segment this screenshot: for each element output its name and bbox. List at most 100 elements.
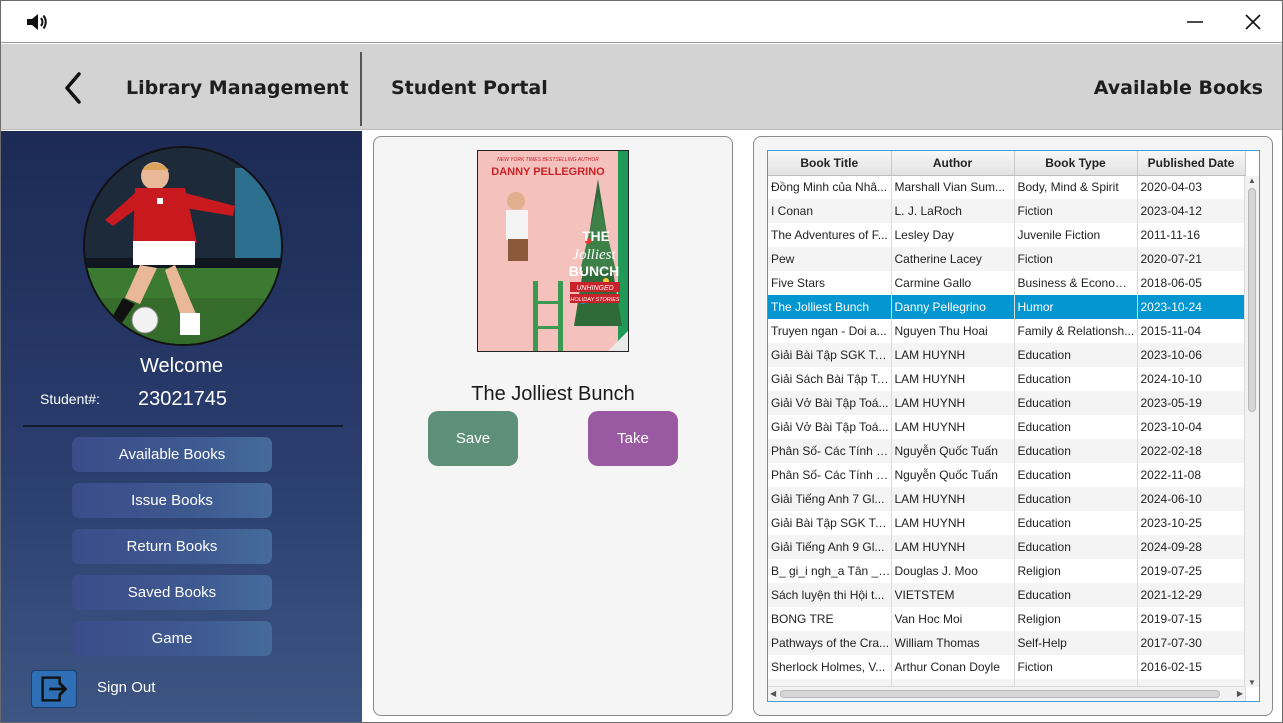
cell-book-type[interactable]: Education [1014, 511, 1138, 535]
sign-out-icon[interactable] [31, 670, 77, 708]
cell-book-type[interactable]: Education [1014, 415, 1138, 439]
cell-published-date[interactable]: 2015-11-04 [1137, 319, 1246, 343]
cell-book-type[interactable]: Fiction [1014, 247, 1138, 271]
cell-book-title[interactable]: Giải Vở Bài Tập Toá... [768, 391, 892, 415]
cell-author[interactable]: Danny Pellegrino [891, 295, 1015, 319]
table-row[interactable]: BONG TRE Van Hoc Moi Religion 2019-07-15 [768, 607, 1246, 631]
cell-book-title[interactable]: BONG TRE [768, 607, 892, 631]
cell-book-title[interactable]: Truyen ngan - Doi a... [768, 319, 892, 343]
nav-game-button[interactable]: Game [72, 621, 272, 656]
cell-published-date[interactable]: 2017-07-30 [1137, 631, 1246, 655]
cell-author[interactable]: LAM HUYNH [891, 415, 1015, 439]
save-button[interactable]: Save [428, 411, 518, 466]
cell-book-title[interactable]: Pew [768, 247, 892, 271]
cell-author[interactable]: Marshall Vian Sum... [891, 175, 1015, 199]
cell-published-date[interactable]: 2020-04-03 [1137, 175, 1246, 199]
cell-book-type[interactable]: Education [1014, 487, 1138, 511]
scroll-down-icon[interactable]: ▼ [1248, 678, 1256, 687]
table-row[interactable]: The Adventures of F... Lesley Day Juvenile… [768, 223, 1246, 247]
cell-book-type[interactable]: Education [1014, 583, 1138, 607]
cell-book-title[interactable]: Five Stars [768, 271, 892, 295]
cell-published-date[interactable]: 2024-06-10 [1137, 487, 1246, 511]
cell-published-date[interactable]: 2019-07-25 [1137, 559, 1246, 583]
cell-book-type[interactable]: Religion [1014, 559, 1138, 583]
scroll-up-icon[interactable]: ▲ [1248, 176, 1256, 185]
vertical-scroll-thumb[interactable] [1248, 188, 1256, 412]
cell-book-title[interactable]: Phân Số- Các Tính C... [768, 463, 892, 487]
cell-author[interactable]: Carmine Gallo [891, 271, 1015, 295]
cell-book-type[interactable]: Education [1014, 343, 1138, 367]
table-row-selected[interactable]: The Jolliest Bunch Danny Pellegrino Humor 2… [768, 295, 1246, 319]
table-row[interactable]: Five Stars Carmine Gallo Business & Econom… [768, 271, 1246, 295]
cell-author[interactable]: Nguyễn Quốc Tuấn [891, 463, 1015, 487]
horizontal-scrollbar[interactable]: ◀ ▶ [768, 686, 1245, 701]
cell-book-type[interactable]: Fiction [1014, 655, 1138, 679]
cell-author[interactable]: LAM HUYNH [891, 367, 1015, 391]
cell-book-type[interactable]: Education [1014, 439, 1138, 463]
cell-book-type[interactable]: Body, Mind & Spirit [1014, 175, 1138, 199]
cell-author[interactable]: LAM HUYNH [891, 487, 1015, 511]
cell-published-date[interactable]: 2019-07-15 [1137, 607, 1246, 631]
table-row[interactable]: Giải Bài Tập SGK To... LAM HUYNH Education… [768, 343, 1246, 367]
cell-published-date[interactable]: 2023-10-06 [1137, 343, 1246, 367]
nav-return-books-button[interactable]: Return Books [72, 529, 272, 564]
scroll-left-icon[interactable]: ◀ [770, 689, 776, 698]
table-row[interactable]: Pew Catherine Lacey Fiction 2020-07-21 [768, 247, 1246, 271]
table-row[interactable]: Giải Tiếng Anh 9 Gl... LAM HUYNH Education… [768, 535, 1246, 559]
cell-book-type[interactable]: Education [1014, 463, 1138, 487]
cell-published-date[interactable]: 2018-06-05 [1137, 271, 1246, 295]
nav-issue-books-button[interactable]: Issue Books [72, 483, 272, 518]
cell-author[interactable]: LAM HUYNH [891, 511, 1015, 535]
cell-published-date[interactable]: 2011-11-16 [1137, 223, 1246, 247]
cell-book-type[interactable]: Fiction [1014, 199, 1138, 223]
cell-published-date[interactable]: 2021-12-29 [1137, 583, 1246, 607]
nav-available-books-button[interactable]: Available Books [72, 437, 272, 472]
cell-book-type[interactable]: Business & Economi... [1014, 271, 1138, 295]
minimize-icon[interactable] [1183, 9, 1207, 35]
column-header-published-date[interactable]: Published Date [1137, 151, 1246, 176]
table-row[interactable]: I Conan L. J. LaRoch Fiction 2023-04-12 [768, 199, 1246, 223]
cell-book-type[interactable]: Family & Relationsh... [1014, 319, 1138, 343]
table-row[interactable]: Giải Vở Bài Tập Toá... LAM HUYNH Education… [768, 415, 1246, 439]
cell-book-title[interactable]: Giải Vở Bài Tập Toá... [768, 415, 892, 439]
cell-book-title[interactable]: Giải Bài Tập SGK To... [768, 343, 892, 367]
speaker-icon[interactable] [25, 11, 49, 33]
back-arrow-icon[interactable] [59, 68, 89, 108]
table-row[interactable]: Đồng Minh của Nhâ... Marshall Vian Sum...… [768, 175, 1246, 199]
cell-book-title[interactable]: Phân Số- Các Tính C... [768, 439, 892, 463]
cell-book-type[interactable]: Education [1014, 367, 1138, 391]
cell-author[interactable]: Douglas J. Moo [891, 559, 1015, 583]
horizontal-scroll-thumb[interactable] [780, 690, 1220, 698]
cell-book-type[interactable]: Education [1014, 535, 1138, 559]
cell-published-date[interactable]: 2024-09-28 [1137, 535, 1246, 559]
cell-book-title[interactable]: Đồng Minh của Nhâ... [768, 175, 892, 199]
cell-author[interactable]: LAM HUYNH [891, 391, 1015, 415]
cell-book-type[interactable]: Juvenile Fiction [1014, 223, 1138, 247]
cell-published-date[interactable]: 2020-07-21 [1137, 247, 1246, 271]
table-row[interactable]: Giải Tiếng Anh 7 Gl... LAM HUYNH Education… [768, 487, 1246, 511]
cell-published-date[interactable]: 2023-04-12 [1137, 199, 1246, 223]
cell-author[interactable]: L. J. LaRoch [891, 199, 1015, 223]
cell-author[interactable]: LAM HUYNH [891, 535, 1015, 559]
table-row[interactable]: Truyen ngan - Doi a... Nguyen Thu Hoai Fam… [768, 319, 1246, 343]
table-row[interactable]: B_ gi_i ngh_a Tân __... Douglas J. Moo Rel… [768, 559, 1246, 583]
table-row[interactable]: Phân Số- Các Tính C... Nguyễn Quốc Tuấn Ed… [768, 463, 1246, 487]
sign-out-label[interactable]: Sign Out [97, 679, 155, 696]
cell-book-title[interactable]: Giải Tiếng Anh 7 Gl... [768, 487, 892, 511]
cell-book-title[interactable]: Sách luyện thi Hội t... [768, 583, 892, 607]
cell-author[interactable]: Nguyễn Quốc Tuấn [891, 439, 1015, 463]
cell-published-date[interactable]: 2023-10-25 [1137, 511, 1246, 535]
column-header-book-type[interactable]: Book Type [1014, 151, 1138, 176]
cell-author[interactable]: Van Hoc Moi [891, 607, 1015, 631]
cell-published-date[interactable]: 2024-10-10 [1137, 367, 1246, 391]
cell-author[interactable]: Arthur Conan Doyle [891, 655, 1015, 679]
cell-book-type[interactable]: Education [1014, 391, 1138, 415]
cell-author[interactable]: William Thomas [891, 631, 1015, 655]
table-row[interactable]: Giải Vở Bài Tập Toá... LAM HUYNH Education… [768, 391, 1246, 415]
cell-book-title[interactable]: Sherlock Holmes, V... [768, 655, 892, 679]
vertical-scrollbar[interactable]: ▲ ▼ [1244, 176, 1259, 687]
cell-published-date[interactable]: 2022-02-18 [1137, 439, 1246, 463]
cell-author[interactable]: Nguyen Thu Hoai [891, 319, 1015, 343]
take-button[interactable]: Take [588, 411, 678, 466]
cell-author[interactable]: LAM HUYNH [891, 343, 1015, 367]
